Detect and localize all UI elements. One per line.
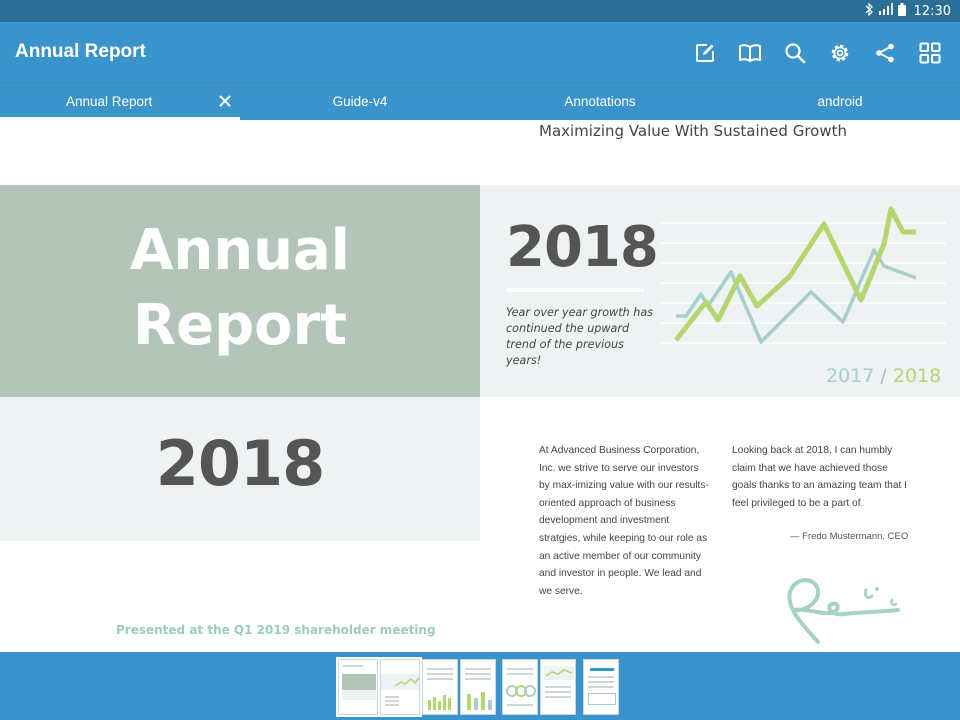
status-indicators: 12:30 bbox=[864, 0, 951, 22]
tab-label: android bbox=[817, 94, 863, 109]
close-icon bbox=[219, 95, 231, 107]
ceo-attribution: — Fredo Mustermann, CEO bbox=[790, 531, 909, 542]
tab-label: Guide-v4 bbox=[332, 94, 388, 109]
share-icon bbox=[876, 43, 894, 63]
page-thumbnail[interactable] bbox=[502, 659, 538, 715]
legend-separator: / bbox=[880, 365, 887, 387]
series-2018-line bbox=[674, 206, 916, 342]
ceo-signature bbox=[787, 578, 900, 644]
share-button[interactable] bbox=[872, 40, 898, 66]
tab-android[interactable]: android bbox=[720, 83, 960, 120]
tab-label: Annotations bbox=[564, 94, 636, 109]
lower-year-block: 2018 bbox=[0, 397, 480, 541]
page-thumbnail[interactable] bbox=[460, 659, 496, 715]
document-page[interactable]: Maximizing Value With Sustained Growth A… bbox=[0, 120, 960, 652]
status-time: 12:30 bbox=[913, 3, 951, 19]
cover-title-block: Annual Report bbox=[0, 185, 480, 397]
intro-paragraph: At Advanced Business Corporation, Inc. w… bbox=[539, 445, 709, 597]
presented-note: Presented at the Q1 2019 shareholder mee… bbox=[116, 623, 436, 637]
page-thumbnail[interactable] bbox=[422, 659, 458, 715]
tab-label: Annual Report bbox=[66, 94, 153, 109]
legend-2018: 2018 bbox=[892, 365, 942, 387]
tab-guide-v4[interactable]: Guide-v4 bbox=[240, 83, 480, 120]
growth-chart bbox=[660, 206, 946, 344]
ceo-paragraph: Looking back at 2018, I can humbly claim… bbox=[732, 445, 907, 509]
search-icon bbox=[785, 43, 806, 64]
signal-icon bbox=[878, 3, 893, 19]
app-title: Annual Report bbox=[15, 41, 146, 62]
thumbnail-grid-button[interactable] bbox=[917, 40, 943, 66]
cover-title-line2: Report bbox=[132, 293, 348, 358]
page-thumbnail[interactable] bbox=[378, 657, 422, 717]
grid-icon bbox=[919, 42, 941, 64]
battery-icon bbox=[897, 2, 906, 20]
thumbnail-strip bbox=[0, 652, 960, 720]
growth-text: Year over year growth has continued the … bbox=[506, 306, 654, 367]
legend-2017: 2017 bbox=[826, 365, 875, 387]
app-bar: Annual Report bbox=[0, 22, 960, 83]
lower-year-heading: 2018 bbox=[155, 427, 326, 500]
year-underline bbox=[506, 288, 644, 292]
tab-annual-report[interactable]: Annual Report bbox=[0, 83, 240, 120]
chart-legend: 2017 / 2018 bbox=[826, 365, 941, 387]
document-headline: Maximizing Value With Sustained Growth bbox=[539, 122, 847, 140]
edit-button[interactable] bbox=[692, 40, 718, 66]
year-heading: 2018 bbox=[506, 215, 659, 280]
book-icon bbox=[739, 44, 761, 62]
reading-mode-button[interactable] bbox=[737, 40, 763, 66]
page-thumbnail[interactable] bbox=[583, 659, 619, 715]
status-bar: 12:30 bbox=[0, 0, 960, 22]
tab-bar: Annual Report Guide-v4 Annotations andro… bbox=[0, 83, 960, 120]
edit-icon bbox=[696, 44, 714, 62]
bluetooth-icon bbox=[864, 2, 874, 20]
tab-annotations[interactable]: Annotations bbox=[480, 83, 720, 120]
cover-title-line1: Annual bbox=[130, 218, 350, 283]
page-thumbnail[interactable] bbox=[540, 659, 576, 715]
settings-icon bbox=[831, 44, 849, 62]
search-button[interactable] bbox=[782, 40, 808, 66]
page-thumbnail[interactable] bbox=[336, 657, 380, 717]
growth-panel: 2018 Year over year growth has continued… bbox=[480, 185, 960, 397]
settings-button[interactable] bbox=[827, 40, 853, 66]
close-tab-button[interactable] bbox=[217, 93, 233, 109]
